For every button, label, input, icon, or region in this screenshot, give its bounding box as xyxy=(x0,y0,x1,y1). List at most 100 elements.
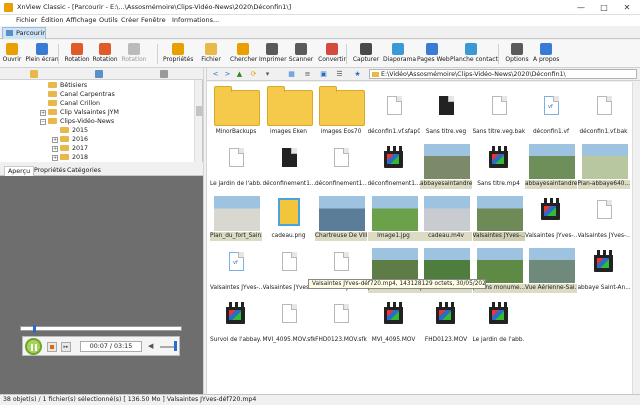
file-tile[interactable]: images Eken xyxy=(262,86,316,140)
grid-scrollbar[interactable] xyxy=(632,82,640,394)
file-tile[interactable]: FHD0123.MOV.sfk xyxy=(314,294,368,348)
tree-node[interactable]: − Clips-Vidéo-News xyxy=(40,117,114,126)
toolbar-button-10[interactable]: Scanner xyxy=(288,42,314,66)
categories-icon[interactable] xyxy=(160,70,168,78)
file-tile[interactable]: MVI_4095.MOV.sfk xyxy=(262,294,316,348)
toolbar-button-12[interactable]: Capturer xyxy=(352,42,380,66)
toolbar-button-13[interactable]: Diaporama xyxy=(383,42,416,66)
file-tile[interactable]: Le jardin de l'abb... xyxy=(209,138,263,192)
maximize-button[interactable]: □ xyxy=(593,0,615,15)
tree-expander[interactable]: + xyxy=(40,110,46,116)
toolbar-button-9[interactable]: Imprimer xyxy=(259,42,287,66)
tree-expander[interactable]: + xyxy=(52,146,58,152)
tree-node[interactable]: Canal Crillon xyxy=(40,99,100,108)
file-tile[interactable]: Valsaintes JYves-... xyxy=(577,190,631,244)
file-tile[interactable]: déconfin1.vf.bak xyxy=(577,86,631,140)
filter-icon[interactable]: ▾ xyxy=(263,70,272,79)
back-icon[interactable]: < xyxy=(211,70,220,79)
tree-node[interactable]: Canal Carpentras xyxy=(40,90,115,99)
file-tile[interactable]: Image1.jpg xyxy=(367,190,421,244)
toolbar-button-4[interactable]: Rotation xyxy=(92,42,118,66)
file-tile[interactable]: Le jardin de l'abb... xyxy=(472,294,526,348)
view-mode-icon[interactable]: ▦ xyxy=(287,70,296,79)
file-tile[interactable]: déconfinement1.... xyxy=(367,138,421,192)
toolbar-button-11[interactable]: Convertir xyxy=(318,42,346,66)
menu-edition[interactable]: Édition xyxy=(41,16,64,24)
volume-knob[interactable] xyxy=(174,341,177,351)
tree-node[interactable]: +2016 xyxy=(52,135,88,144)
volume-icon[interactable]: ◀ xyxy=(148,343,155,350)
toolbar-button-17[interactable]: A propos xyxy=(533,42,559,66)
menu-fichier[interactable]: Fichier xyxy=(16,16,37,24)
file-tile[interactable]: Chartreuse De Vill... xyxy=(314,190,368,244)
toolbar-button-15[interactable]: Planche contact xyxy=(450,42,498,66)
file-tile[interactable]: déconfin1.vf.sfap0 xyxy=(367,86,421,140)
tab-categories[interactable]: Catégories xyxy=(64,166,104,176)
tab-parcourir[interactable]: Parcourir xyxy=(2,27,46,39)
forward-icon[interactable]: > xyxy=(223,70,232,79)
tree-node[interactable]: +2017 xyxy=(52,144,88,153)
tree-expander[interactable]: + xyxy=(52,155,58,161)
file-tile[interactable]: images Eos70 xyxy=(314,86,368,140)
close-button[interactable]: ✕ xyxy=(616,0,638,15)
file-tile[interactable]: vf déconfin1.vf xyxy=(524,86,578,140)
file-tile[interactable]: MVI_4095.MOV xyxy=(367,294,421,348)
filter-list-icon[interactable]: ☰ xyxy=(335,70,344,79)
file-tile[interactable]: abbayesaintandre... xyxy=(419,138,473,192)
file-tile[interactable]: Survol de l'abbay... xyxy=(209,294,263,348)
toolbar-button-7[interactable]: Fichier xyxy=(197,42,225,66)
file-tile[interactable]: Sans titre.veg.bak xyxy=(472,86,526,140)
toolbar-button-3[interactable]: Rotation xyxy=(64,42,90,66)
stop-button[interactable] xyxy=(47,342,57,352)
folder-icon[interactable] xyxy=(30,70,38,78)
tab-apercu[interactable]: Aperçu xyxy=(4,166,35,176)
file-tile[interactable]: vf Valsaintes JYves-... xyxy=(209,242,263,296)
menu-fenetre[interactable]: Fenêtre xyxy=(141,16,166,24)
tree-scroll-thumb[interactable] xyxy=(196,106,202,116)
file-tile[interactable]: déconfinement1.... xyxy=(262,138,316,192)
tree-expander[interactable]: − xyxy=(40,119,46,125)
toolbar-button-1[interactable]: Ouvrir xyxy=(2,42,22,66)
seek-knob[interactable] xyxy=(33,325,36,333)
file-tile[interactable]: cadeau.m4v xyxy=(419,190,473,244)
file-tile[interactable]: abbaye Saint-An... xyxy=(577,242,631,296)
step-button[interactable]: ▸▸ xyxy=(61,342,71,352)
file-tile[interactable]: déconfinement1.... xyxy=(314,138,368,192)
toolbar-button-2[interactable]: Plein écran xyxy=(25,42,59,66)
file-tile[interactable]: Plan-abbaye640... xyxy=(577,138,631,192)
tree-node[interactable]: + Clip Valsaintes JYM xyxy=(40,108,119,117)
tree-scrollbar[interactable] xyxy=(194,80,202,162)
file-tile[interactable]: cadeau.png xyxy=(262,190,316,244)
toolbar-button-8[interactable]: Chercher xyxy=(230,42,257,66)
pause-button[interactable] xyxy=(25,338,42,355)
file-tile[interactable]: Valsaintes JYves-... xyxy=(524,190,578,244)
file-tile[interactable]: Valsaintes JYves-... xyxy=(472,190,526,244)
toolbar-button-14[interactable]: Pages Web xyxy=(417,42,450,66)
toolbar-button-16[interactable]: Options xyxy=(504,42,530,66)
address-field[interactable]: E:\Vidéo\Assosmémoire\Clips-Vidéo-News\2… xyxy=(369,69,637,79)
menu-informations[interactable]: Informations... xyxy=(172,16,219,24)
up-icon[interactable]: ▲ xyxy=(235,70,244,79)
menu-affichage[interactable]: Affichage xyxy=(66,16,97,24)
file-tile[interactable]: Sans titre.mp4 xyxy=(472,138,526,192)
refresh-icon[interactable]: ⟳ xyxy=(249,70,258,79)
menu-creer[interactable]: Créer xyxy=(121,16,139,24)
file-tile[interactable]: Sans titre.veg xyxy=(419,86,473,140)
tree-node[interactable]: 2015 xyxy=(52,126,88,135)
file-tile[interactable]: MinorBackups xyxy=(209,86,263,140)
menu-outils[interactable]: Outils xyxy=(99,16,118,24)
favorites-star-icon[interactable]: ★ xyxy=(353,70,362,79)
tree-node[interactable]: Bêtisiers xyxy=(40,81,87,90)
toolbar-button-6[interactable]: Propriétés xyxy=(163,42,193,66)
tree-node[interactable]: +2018 xyxy=(52,153,88,162)
file-tile[interactable]: abbayesaintandre... xyxy=(524,138,578,192)
tree-expander[interactable]: + xyxy=(52,137,58,143)
seek-bar[interactable] xyxy=(20,325,182,333)
file-tile[interactable]: Vue Aérienne-Sai... xyxy=(524,242,578,296)
minimize-button[interactable]: — xyxy=(570,0,592,15)
sort-icon[interactable]: ≡ xyxy=(303,70,312,79)
favorites-icon[interactable] xyxy=(95,70,103,78)
file-tile[interactable]: Plan_du_fort_Sain... xyxy=(209,190,263,244)
thumbnail-size-icon[interactable]: ▣ xyxy=(319,70,328,79)
file-tile[interactable]: FHD0123.MOV xyxy=(419,294,473,348)
